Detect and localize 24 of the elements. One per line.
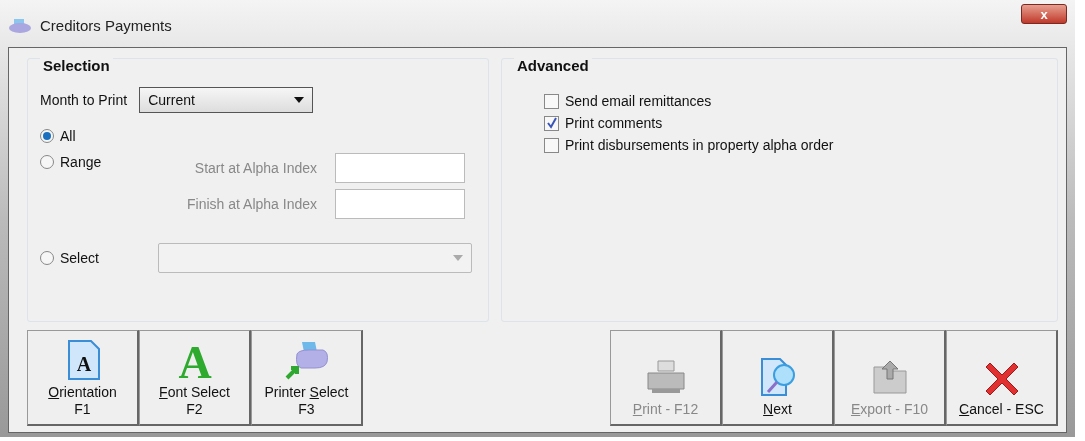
- close-button[interactable]: x: [1021, 4, 1067, 24]
- radio-option[interactable]: Range: [40, 149, 158, 175]
- radio-option[interactable]: All: [40, 123, 158, 149]
- toolbar-button[interactable]: A Orientation F1: [27, 330, 139, 426]
- month-dropdown[interactable]: Current: [139, 87, 314, 113]
- window-title: Creditors Payments: [40, 17, 172, 34]
- letter-a-icon: A: [172, 340, 217, 380]
- month-label: Month to Print: [40, 92, 128, 108]
- printer-icon: [284, 340, 329, 380]
- caret-icon: [294, 97, 305, 103]
- toolbar-button[interactable]: A Font Select F2: [139, 330, 251, 426]
- checkbox-option[interactable]: Print disbursements in property alpha order: [544, 137, 1045, 153]
- checkmark-icon: [545, 117, 558, 129]
- app-icon: [8, 17, 32, 34]
- checkbox-option[interactable]: Send email remittances: [544, 93, 1045, 109]
- group-title: Advanced: [514, 57, 592, 74]
- toolbar-button[interactable]: Printer Select F3: [251, 330, 363, 426]
- field-label: Finish at Alpha Index: [187, 196, 317, 212]
- group-title: Selection: [40, 57, 113, 74]
- toolbar-button[interactable]: Next: [722, 330, 834, 426]
- toolbar-button[interactable]: Cancel - ESC: [946, 330, 1058, 426]
- field-label: Start at Alpha Index: [194, 160, 317, 176]
- caret-icon: [453, 255, 463, 261]
- checkbox-option[interactable]: Print comments: [544, 115, 1045, 131]
